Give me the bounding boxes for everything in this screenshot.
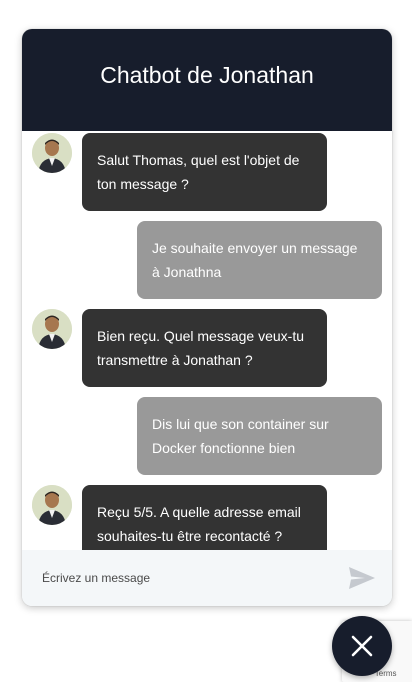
bot-avatar — [32, 309, 72, 349]
chat-title: Chatbot de Jonathan — [100, 61, 314, 88]
bot-avatar — [32, 485, 72, 525]
close-chat-button[interactable] — [332, 616, 392, 676]
bot-message: Reçu 5/5. A quelle adresse email souhait… — [82, 485, 327, 550]
bot-message: Bien reçu. Quel message veux-tu transmet… — [82, 309, 327, 387]
message-input[interactable] — [22, 550, 342, 606]
send-button[interactable] — [342, 558, 382, 598]
chat-header: Chatbot de Jonathan — [22, 29, 392, 131]
chat-window: Chatbot de Jonathan Salut Thomas, quel e… — [22, 29, 392, 606]
close-icon — [351, 635, 373, 657]
message-composer — [22, 550, 392, 606]
message-list[interactable]: Salut Thomas, quel est l'objet de ton me… — [22, 131, 392, 550]
send-icon — [349, 567, 375, 589]
bot-message: Salut Thomas, quel est l'objet de ton me… — [82, 133, 327, 211]
user-message: Je souhaite envoyer un message à Jonathn… — [137, 221, 382, 299]
bot-avatar — [32, 133, 72, 173]
user-message: Dis lui que son container sur Docker fon… — [137, 397, 382, 475]
